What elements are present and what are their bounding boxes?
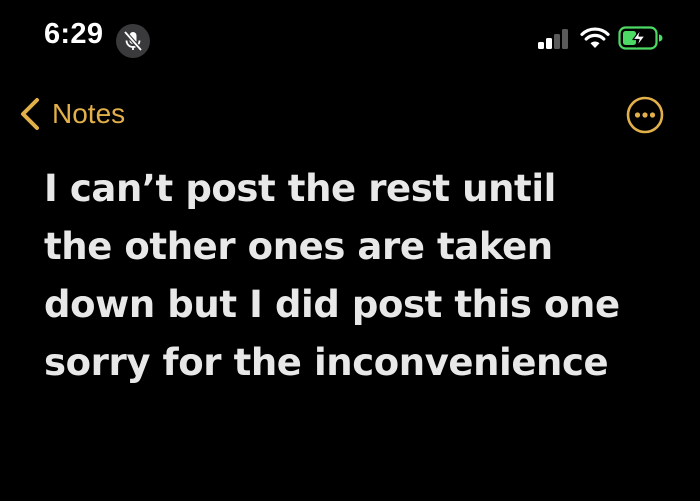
- ellipsis-circle-icon: [626, 96, 664, 134]
- navigation-bar: Notes: [0, 88, 700, 138]
- back-button[interactable]: Notes: [18, 94, 125, 134]
- chevron-left-icon: [21, 98, 39, 130]
- note-text[interactable]: I can’t post the rest until the other on…: [44, 160, 684, 392]
- cellular-signal-icon: [538, 27, 570, 49]
- wifi-icon: [580, 26, 610, 50]
- mic-muted-icon: [116, 24, 150, 58]
- status-time: 6:29: [44, 18, 104, 50]
- more-options-button[interactable]: [626, 96, 664, 134]
- back-button-label: Notes: [52, 98, 126, 129]
- battery-charging-icon: [618, 25, 664, 51]
- notes-screen: 6:29 Notes I can’t post the rest until t…: [0, 0, 700, 501]
- status-bar: 6:29: [0, 0, 700, 80]
